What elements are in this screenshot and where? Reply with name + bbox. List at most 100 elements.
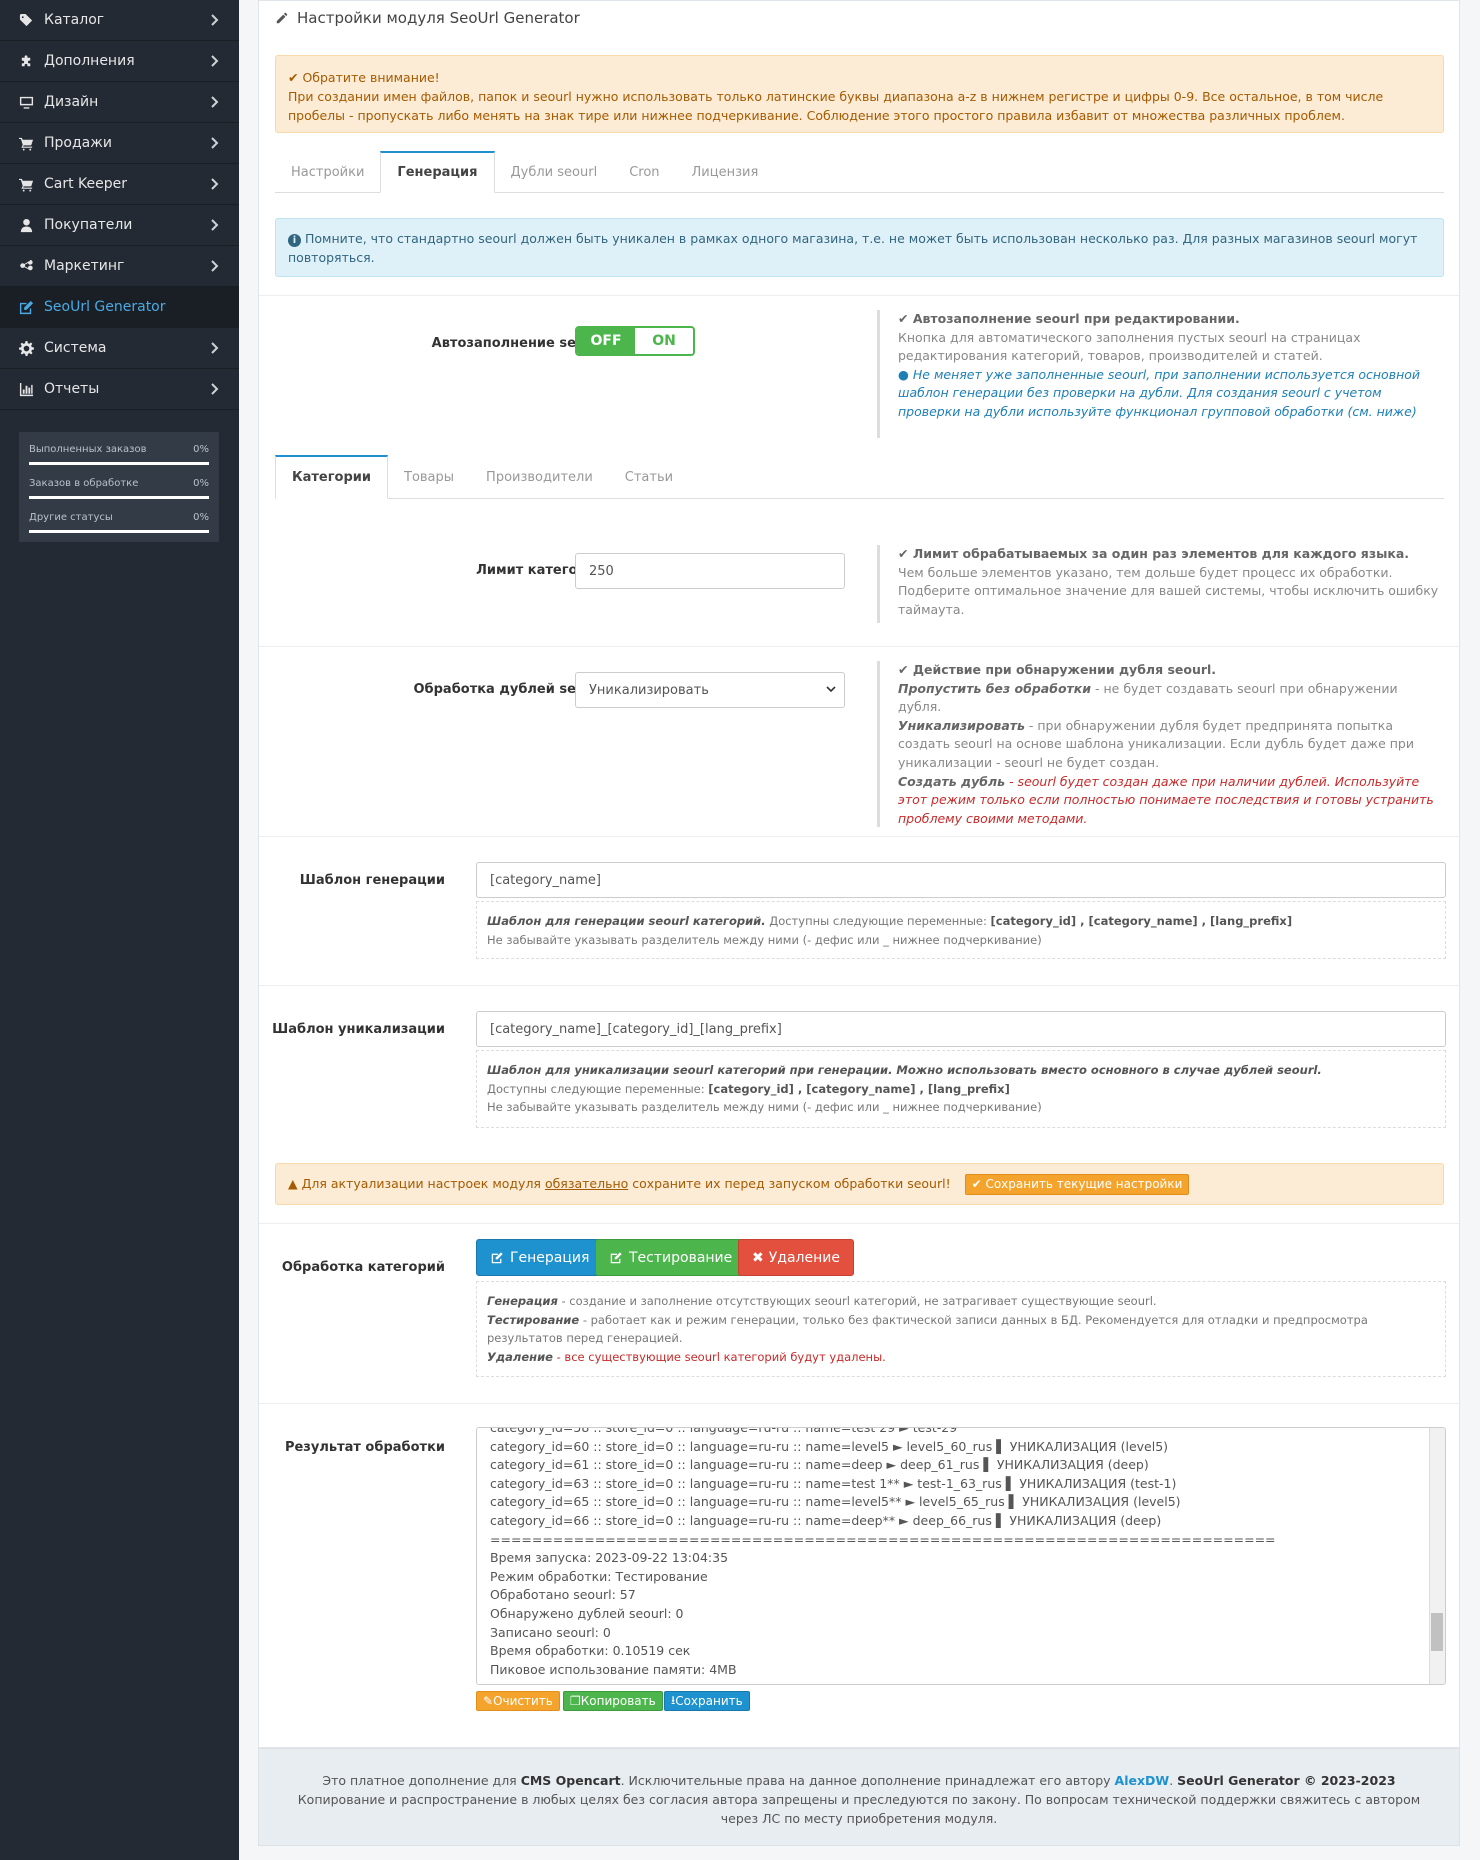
main-content: Настройки модуля SeoUrl Generator ✔ Обра…	[258, 0, 1461, 1860]
template-label: Шаблон генерации	[299, 873, 445, 888]
entity-tabs: Категории Товары Производители Статьи	[275, 455, 1444, 499]
result-line: category_id=60 :: store_id=0 :: language…	[490, 1438, 1169, 1454]
cart-icon	[18, 135, 34, 151]
eraser-icon: ✎	[483, 1694, 494, 1708]
tab-settings[interactable]: Настройки	[275, 151, 380, 193]
sidebar-item-каталог[interactable]: Каталог	[0, 0, 239, 41]
chevron-right-icon	[209, 382, 221, 396]
result-line: Пиковое использование памяти: 4MB	[490, 1661, 737, 1677]
tab-categories[interactable]: Категории	[275, 455, 388, 499]
unique-input[interactable]: [category_name]_[category_id]_[lang_pref…	[476, 1011, 1446, 1047]
scrollbar-thumb[interactable]	[1431, 1613, 1443, 1651]
tab-manufacturers[interactable]: Производители	[470, 455, 609, 499]
sidebar-item-label: Маркетинг	[44, 258, 125, 274]
sidebar-item-дизайн[interactable]: Дизайн	[0, 82, 239, 123]
test-button[interactable]: Тестирование	[595, 1239, 747, 1276]
tab-license[interactable]: Лицензия	[676, 151, 775, 193]
sidebar-item-cart-keeper[interactable]: Cart Keeper	[0, 164, 239, 205]
sidebar-item-маркетинг[interactable]: Маркетинг	[0, 246, 239, 287]
sidebar-item-label: Отчеты	[44, 381, 100, 397]
result-line: Обнаружено дублей seourl: 0	[490, 1605, 684, 1621]
footer: Это платное дополнение для CMS Opencart.…	[258, 1748, 1460, 1846]
sidebar-item-label: Дополнения	[44, 53, 135, 69]
limit-label: Лимит категорий	[476, 563, 605, 578]
stat-bar	[29, 530, 209, 533]
bar-chart-icon	[18, 381, 34, 397]
info-icon: ●	[898, 366, 913, 382]
sidebar-item-label: Дизайн	[44, 94, 99, 110]
dupes-select[interactable]: Уникализировать	[575, 672, 845, 708]
unique-label: Шаблон уникализации	[272, 1022, 445, 1037]
clear-button[interactable]: ✎ Очистить	[476, 1691, 560, 1711]
scrollbar[interactable]	[1429, 1428, 1445, 1684]
process-hint: Генерация - создание и заполнение отсутс…	[476, 1281, 1446, 1377]
template-input[interactable]: [category_name]	[476, 862, 1446, 898]
check-icon: ✔	[898, 662, 913, 677]
dupes-row: Обработка дублей seourl Уникализировать …	[259, 646, 1461, 836]
template-row: Шаблон генерации [category_name] Шаблон …	[259, 836, 1461, 985]
stat-bar	[29, 496, 209, 499]
info-alert: i Помните, что стандартно seourl должен …	[275, 218, 1444, 277]
result-label: Результат обработки	[284, 1440, 445, 1455]
chevron-right-icon	[209, 177, 221, 191]
sidebar-item-дополнения[interactable]: Дополнения	[0, 41, 239, 82]
sidebar-item-покупатели[interactable]: Покупатели	[0, 205, 239, 246]
result-line: Обработано seourl: 57	[490, 1587, 636, 1603]
save-result-button[interactable]: ⭳ Сохранить	[664, 1691, 750, 1711]
dupes-help: ✔ Действие при обнаружении дубля seourl.…	[877, 661, 1439, 827]
copy-icon: ❐	[570, 1694, 581, 1708]
sidebar-item-seourl-generator[interactable]: SeoUrl Generator	[0, 287, 239, 328]
chevron-down-icon	[826, 683, 836, 699]
result-line: category_id=66 :: store_id=0 :: language…	[490, 1512, 1162, 1528]
autofill-help: ✔ Автозаполнение seourl при редактирован…	[877, 310, 1439, 438]
dupes-label: Обработка дублей seourl	[413, 682, 605, 697]
delete-button[interactable]: ✖ Удаление	[738, 1239, 854, 1276]
template-hint: Шаблон для генерации seourl категорий. Д…	[476, 901, 1446, 959]
required-link: обязательно	[544, 1176, 629, 1191]
notice-alert: ✔ Обратите внимание! При создании имен ф…	[275, 55, 1444, 133]
tab-cron[interactable]: Cron	[613, 151, 675, 193]
chevron-right-icon	[209, 54, 221, 68]
user-icon	[18, 217, 34, 233]
result-line: Время запуска: 2023-09-22 13:04:35	[490, 1550, 729, 1566]
chevron-right-icon	[209, 218, 221, 232]
pencil-icon	[276, 12, 288, 24]
generate-button[interactable]: Генерация	[476, 1239, 604, 1276]
copy-button[interactable]: ❐ Копировать	[563, 1691, 663, 1711]
toggle-on[interactable]: ON	[635, 328, 693, 354]
check-icon: ✔	[898, 546, 913, 561]
tab-duplicates[interactable]: Дубли seourl	[495, 151, 614, 193]
sidebar-item-label: Покупатели	[44, 217, 133, 233]
puzzle-icon	[18, 53, 34, 69]
sidebar-item-label: Продажи	[44, 135, 112, 151]
edit-icon	[18, 299, 34, 315]
chevron-right-icon	[209, 341, 221, 355]
panel-title: Настройки модуля SeoUrl Generator	[259, 1, 1459, 35]
result-line: category_id=58 :: store_id=0 :: language…	[490, 1427, 958, 1435]
tab-articles[interactable]: Статьи	[609, 455, 689, 499]
chevron-right-icon	[209, 136, 221, 150]
tab-generation[interactable]: Генерация	[380, 151, 495, 193]
author-link[interactable]: AlexDW	[1115, 1773, 1170, 1788]
sidebar-item-label: SeoUrl Generator	[44, 299, 166, 315]
result-textarea[interactable]: category_id=58 :: store_id=0 :: language…	[476, 1427, 1446, 1685]
process-label: Обработка категорий	[281, 1260, 445, 1275]
limit-row: Лимит категорий 250 ✔ Лимит обрабатываем…	[259, 521, 1461, 646]
tab-products[interactable]: Товары	[388, 455, 470, 499]
check-icon: ✔	[898, 311, 913, 326]
settings-panel: Настройки модуля SeoUrl Generator ✔ Обра…	[258, 0, 1461, 1748]
cart-icon	[18, 176, 34, 192]
result-line: category_id=65 :: store_id=0 :: language…	[490, 1494, 1181, 1510]
order-stats: Выполненных заказов 0% Заказов в обработк…	[19, 432, 219, 542]
sidebar-item-отчеты[interactable]: Отчеты	[0, 369, 239, 410]
stat-completed: Выполненных заказов 0%	[29, 438, 209, 472]
info-icon: i	[288, 234, 301, 247]
autofill-toggle[interactable]: OFF ON	[575, 326, 695, 356]
sidebar-item-система[interactable]: Система	[0, 328, 239, 369]
toggle-off[interactable]: OFF	[577, 328, 635, 354]
limit-input[interactable]: 250	[575, 553, 845, 589]
warning-icon: ▲	[288, 1176, 302, 1191]
save-settings-button[interactable]: ✔ Сохранить текущие настройки	[964, 1174, 1190, 1195]
result-line: category_id=61 :: store_id=0 :: language…	[490, 1457, 1149, 1473]
sidebar-item-продажи[interactable]: Продажи	[0, 123, 239, 164]
